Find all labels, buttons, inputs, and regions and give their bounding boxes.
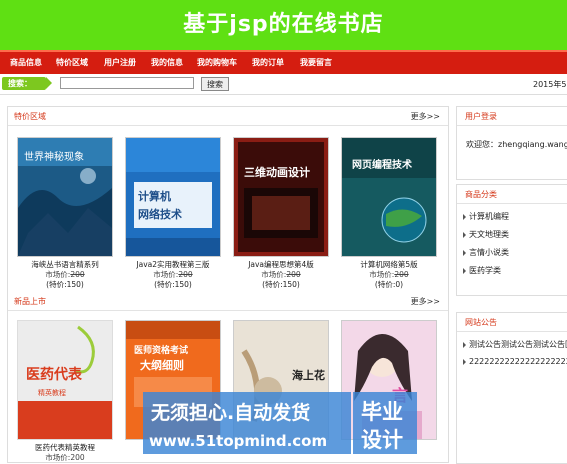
watermark-right-line1: 毕业 (361, 400, 403, 424)
watermark-right-line2: 设计 (361, 428, 403, 452)
watermark-right-box: 毕业 设计 (353, 392, 417, 454)
svg-text:医药代表: 医药代表 (26, 366, 83, 383)
notice-item-2[interactable]: 2222222222222222222222 (463, 357, 567, 366)
date-text: 2015年5 (533, 80, 567, 89)
svg-text:计算机: 计算机 (138, 189, 171, 203)
category-item-astronomy[interactable]: 天文地理类 (463, 229, 509, 240)
book-special-price: (特价:0) (374, 280, 404, 289)
nav-item-orders[interactable]: 我的订单 (252, 57, 284, 68)
book-special-price: (特价:150) (46, 280, 84, 289)
book-special-price: (特价:150) (262, 280, 300, 289)
notice-item-1[interactable]: 测试公告测试公告测试公告回 (463, 339, 567, 350)
book-special-price: (特价:150) (154, 280, 192, 289)
bullet-icon (463, 358, 466, 365)
bullet-icon (463, 267, 466, 274)
main-nav: 商品信息 特价区域 用户注册 我的信息 我的购物车 我的订单 我要留言 (0, 50, 567, 74)
nav-item-message[interactable]: 我要留言 (300, 57, 332, 68)
notice-panel: 网站公告 测试公告测试公告测试公告回 222222222222222222222… (456, 312, 567, 464)
site-banner: 基于jsp的在线书店 (0, 0, 567, 50)
watermark-url: www.51topmind.com (149, 432, 328, 450)
search-label: 搜索： (2, 77, 52, 90)
user-panel: 用户登录 欢迎您：zhengqiang.wang (456, 106, 567, 180)
notice-panel-title: 网站公告 (465, 318, 497, 327)
category-item-programming[interactable]: 计算机编程 (463, 211, 509, 222)
svg-text:医师资格考试: 医师资格考试 (134, 344, 188, 356)
svg-text:海上花: 海上花 (292, 368, 325, 382)
special-panel: 特价区域 更多>> 世界神秘现象 海峡丛书语言精系列 市场价:200 (特价:1… (7, 106, 449, 294)
new-books-more-link[interactable]: 更多>> (411, 296, 440, 307)
search-input[interactable] (60, 77, 194, 89)
welcome-text: 欢迎您：zhengqiang.wang (466, 140, 567, 149)
category-item-romance[interactable]: 言情小说类 (463, 247, 509, 258)
category-panel-title: 商品分类 (465, 190, 497, 199)
new-books-title: 新品上市 (14, 297, 46, 306)
site-title: 基于jsp的在线书店 (183, 12, 384, 37)
svg-text:大纲细则: 大纲细则 (140, 358, 184, 372)
watermark-slogan: 无须担心.自动发货 (151, 402, 311, 424)
bullet-icon (463, 341, 466, 348)
book-market-price: 市场价:200 (45, 453, 85, 462)
category-panel-header: 商品分类 (457, 185, 567, 204)
special-panel-header: 特价区域 更多>> (8, 107, 448, 126)
svg-text:精英教程: 精英教程 (38, 388, 66, 397)
svg-text:三维动画设计: 三维动画设计 (244, 165, 310, 179)
bullet-icon (463, 249, 466, 256)
bullet-icon (463, 213, 466, 220)
nav-item-cart[interactable]: 我的购物车 (197, 57, 237, 68)
svg-text:网页编程技术: 网页编程技术 (352, 158, 412, 171)
cover-title-text: 世界神秘现象 (24, 150, 84, 163)
book-cover[interactable]: 世界神秘现象 (17, 137, 113, 257)
new-books-header: 新品上市 更多>> (8, 292, 448, 311)
watermark-left-box: 无须担心.自动发货 www.51topmind.com (143, 392, 351, 454)
user-panel-header: 用户登录 (457, 107, 567, 126)
book-cover[interactable]: 医药代表 精英教程 (17, 320, 113, 440)
book-cover[interactable]: 计算机 网络技术 (125, 137, 221, 257)
bullet-icon (463, 231, 466, 238)
special-more-link[interactable]: 更多>> (411, 111, 440, 122)
watermark-overlay: 无须担心.自动发货 www.51topmind.com 毕业 设计 (143, 392, 423, 462)
book-cover[interactable]: 网页编程技术 (341, 137, 437, 257)
search-bar: 搜索： 搜索 2015年5 (0, 74, 567, 95)
nav-item-products[interactable]: 商品信息 (10, 57, 42, 68)
category-panel: 商品分类 计算机编程 天文地理类 言情小说类 医药学类 (456, 184, 567, 296)
nav-item-my-info[interactable]: 我的信息 (151, 57, 183, 68)
notice-panel-header: 网站公告 (457, 313, 567, 332)
nav-item-register[interactable]: 用户注册 (104, 57, 136, 68)
svg-text:网络技术: 网络技术 (138, 207, 182, 221)
search-button[interactable]: 搜索 (201, 77, 229, 91)
book-cover[interactable]: 三维动画设计 (233, 137, 329, 257)
category-item-medicine[interactable]: 医药学类 (463, 265, 501, 276)
special-panel-title: 特价区域 (14, 112, 46, 121)
nav-item-specials[interactable]: 特价区域 (56, 57, 88, 68)
user-panel-title: 用户登录 (465, 112, 497, 121)
